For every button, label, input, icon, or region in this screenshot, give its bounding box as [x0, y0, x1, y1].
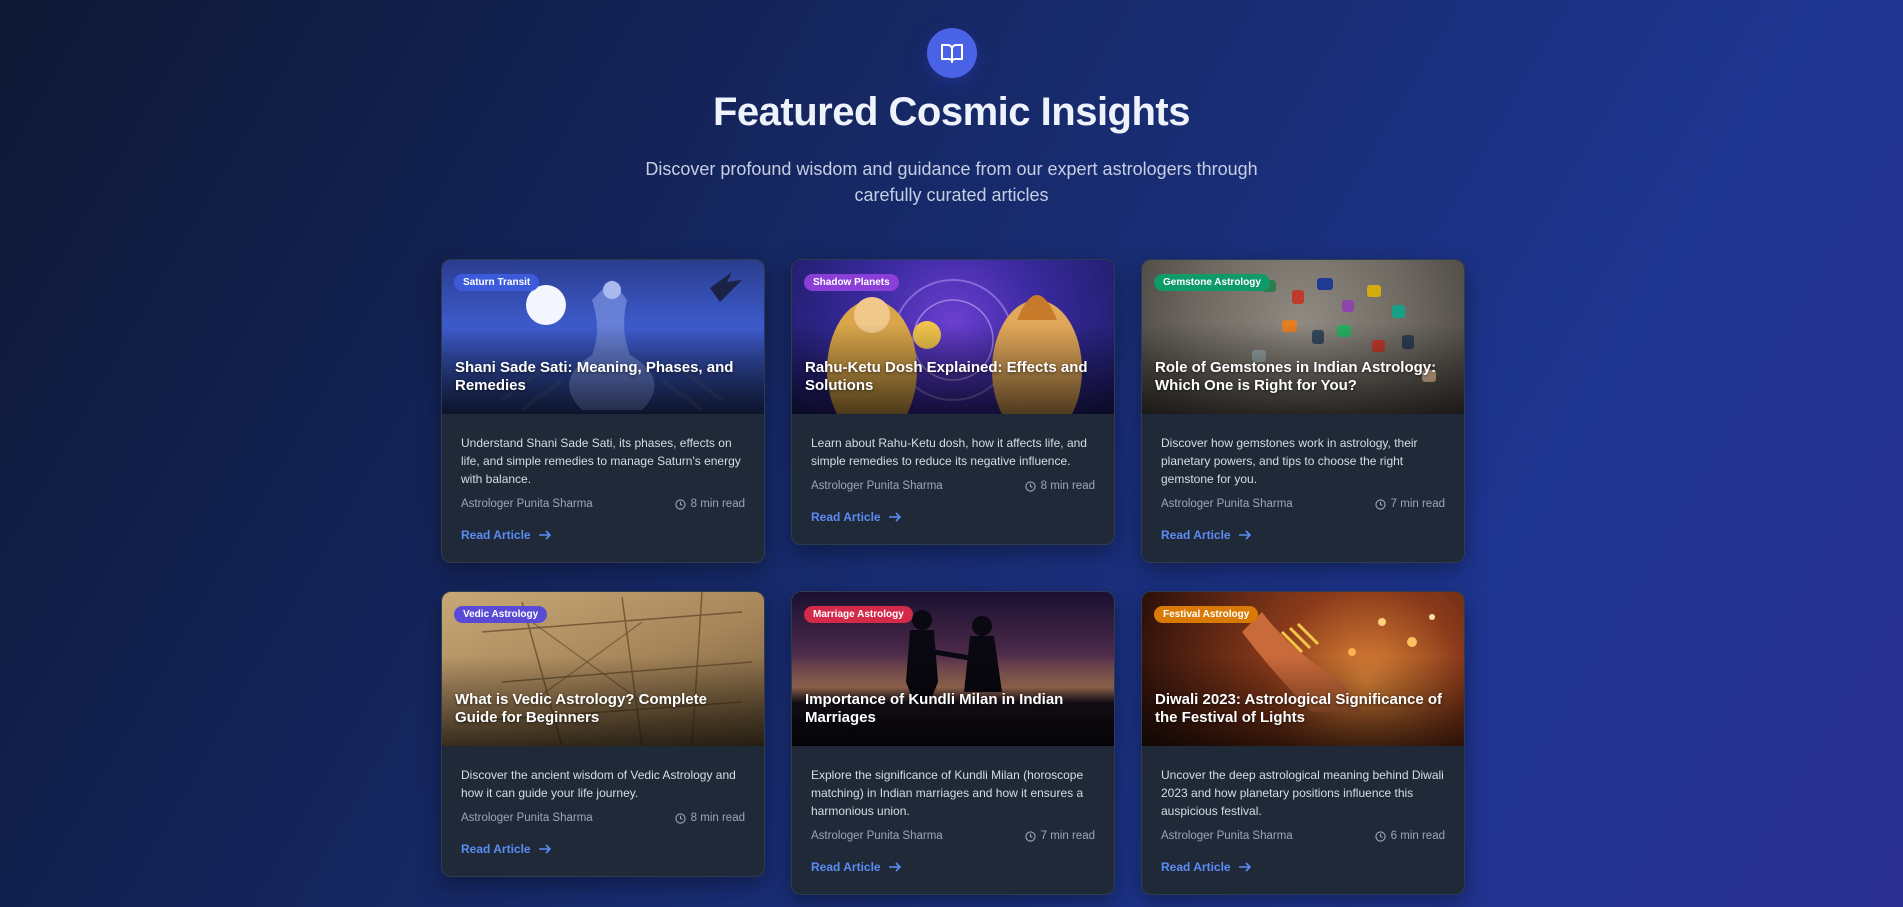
clock-icon: [675, 498, 686, 510]
arrow-right-icon: [1238, 862, 1251, 872]
book-open-icon: [927, 28, 977, 78]
card-description: Learn about Rahu-Ketu dosh, how it affec…: [811, 436, 1087, 468]
read-article-label: Read Article: [1161, 860, 1231, 874]
article-card-diwali-2023[interactable]: Festival Astrology Diwali 2023: Astrolog…: [1141, 591, 1465, 895]
card-description: Uncover the deep astrological meaning be…: [1161, 768, 1444, 818]
category-badge: Festival Astrology: [1154, 606, 1259, 623]
read-time: 7 min read: [1390, 498, 1445, 510]
read-article-link[interactable]: Read Article: [811, 860, 902, 874]
category-badge: Vedic Astrology: [454, 606, 548, 623]
article-card-gemstones[interactable]: Gemstone Astrology Role of Gemstones in …: [1141, 259, 1465, 563]
card-image: Gemstone Astrology Role of Gemstones in …: [1142, 260, 1464, 414]
clock-icon: [1025, 480, 1036, 492]
read-article-link[interactable]: Read Article: [461, 528, 552, 542]
arrow-right-icon: [888, 862, 901, 872]
author-name: Astrologer Punita Sharma: [461, 498, 593, 510]
category-badge: Saturn Transit: [454, 274, 540, 291]
read-time: 6 min read: [1390, 830, 1445, 842]
subtitle-line-1: Discover profound wisdom and guidance fr…: [645, 159, 1258, 179]
read-article-link[interactable]: Read Article: [1161, 528, 1252, 542]
clock-icon: [1375, 830, 1386, 842]
clock-icon: [1025, 830, 1036, 842]
clock-icon: [675, 812, 686, 824]
card-image: Vedic Astrology What is Vedic Astrology?…: [442, 592, 764, 746]
author-name: Astrologer Punita Sharma: [1161, 830, 1293, 842]
card-title[interactable]: Role of Gemstones in Indian Astrology: W…: [1155, 359, 1451, 395]
page-subtitle: Discover profound wisdom and guidance fr…: [0, 156, 1903, 208]
read-time: 7 min read: [1040, 830, 1095, 842]
card-description: Explore the significance of Kundli Milan…: [811, 768, 1084, 818]
article-card-rahu-ketu[interactable]: Shadow Planets Rahu-Ketu Dosh Explained:…: [791, 259, 1115, 545]
clock-icon: [1375, 498, 1386, 510]
category-badge: Gemstone Astrology: [1154, 274, 1270, 291]
page-title: Featured Cosmic Insights: [713, 90, 1190, 134]
card-title[interactable]: Shani Sade Sati: Meaning, Phases, and Re…: [455, 359, 751, 395]
card-title[interactable]: Diwali 2023: Astrological Significance o…: [1155, 691, 1451, 727]
read-article-label: Read Article: [461, 842, 531, 856]
read-article-label: Read Article: [1161, 528, 1231, 542]
article-card-shani-sade-sati[interactable]: Saturn Transit Shani Sade Sati: Meaning,…: [441, 259, 765, 563]
card-description: Discover the ancient wisdom of Vedic Ast…: [461, 768, 736, 800]
card-image: Marriage Astrology Importance of Kundli …: [792, 592, 1114, 746]
category-badge: Shadow Planets: [804, 274, 899, 291]
read-time: 8 min read: [1040, 480, 1095, 492]
author-name: Astrologer Punita Sharma: [811, 480, 943, 492]
card-title[interactable]: What is Vedic Astrology? Complete Guide …: [455, 691, 751, 727]
read-time: 8 min read: [690, 812, 745, 824]
read-article-link[interactable]: Read Article: [1161, 860, 1252, 874]
card-title[interactable]: Importance of Kundli Milan in Indian Mar…: [805, 691, 1101, 727]
article-card-vedic-astrology[interactable]: Vedic Astrology What is Vedic Astrology?…: [441, 591, 765, 877]
arrow-right-icon: [538, 844, 551, 854]
read-article-label: Read Article: [811, 860, 881, 874]
read-time: 8 min read: [690, 498, 745, 510]
card-description: Discover how gemstones work in astrology…: [1161, 436, 1418, 486]
author-name: Astrologer Punita Sharma: [461, 812, 593, 824]
article-card-kundli-milan[interactable]: Marriage Astrology Importance of Kundli …: [791, 591, 1115, 895]
subtitle-line-2: carefully curated articles: [854, 185, 1049, 205]
card-title[interactable]: Rahu-Ketu Dosh Explained: Effects and So…: [805, 359, 1101, 395]
read-article-link[interactable]: Read Article: [811, 510, 902, 524]
card-image: Festival Astrology Diwali 2023: Astrolog…: [1142, 592, 1464, 746]
arrow-right-icon: [538, 530, 551, 540]
read-article-link[interactable]: Read Article: [461, 842, 552, 856]
card-description: Understand Shani Sade Sati, its phases, …: [461, 436, 741, 486]
card-image: Shadow Planets Rahu-Ketu Dosh Explained:…: [792, 260, 1114, 414]
author-name: Astrologer Punita Sharma: [1161, 498, 1293, 510]
arrow-right-icon: [888, 512, 901, 522]
author-name: Astrologer Punita Sharma: [811, 830, 943, 842]
arrow-right-icon: [1238, 530, 1251, 540]
card-image: Saturn Transit Shani Sade Sati: Meaning,…: [442, 260, 764, 414]
category-badge: Marriage Astrology: [804, 606, 913, 623]
read-article-label: Read Article: [811, 510, 881, 524]
read-article-label: Read Article: [461, 528, 531, 542]
